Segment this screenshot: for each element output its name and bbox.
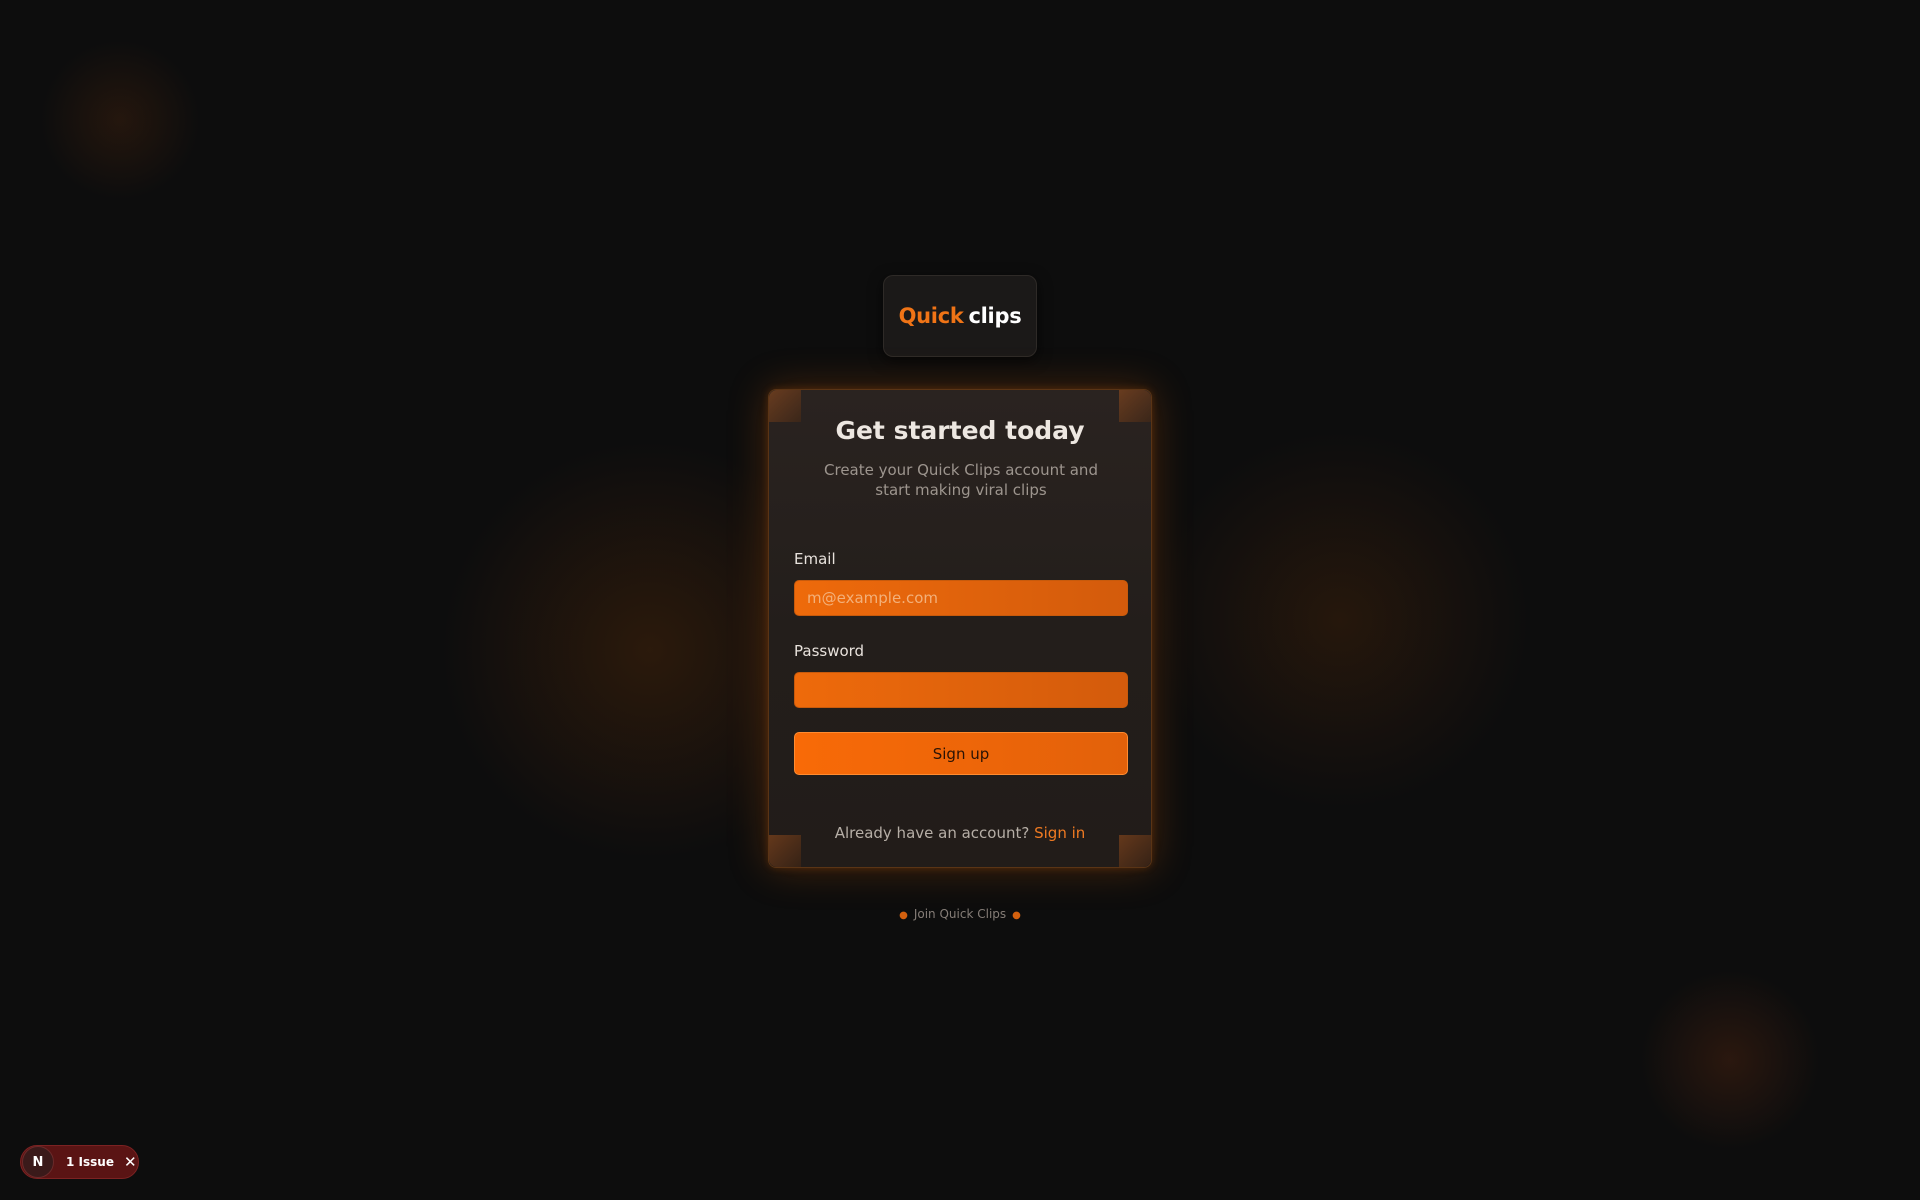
signin-prompt-row: Already have an account? Sign in (769, 824, 1151, 842)
page-title: Get started today (835, 416, 1085, 445)
email-field[interactable] (794, 580, 1128, 616)
dot-icon: ● (899, 910, 908, 921)
dot-icon: ● (1012, 910, 1021, 921)
sign-up-button[interactable]: Sign up (794, 732, 1128, 775)
app-logo: Quick clips (883, 275, 1037, 357)
issues-badge[interactable]: N 1 Issue ✕ (20, 1145, 139, 1179)
logo-clips-text: clips (968, 304, 1022, 328)
signin-prompt-text: Already have an account? (834, 824, 1030, 842)
sign-in-link[interactable]: Sign in (1034, 824, 1085, 842)
background-glow-top-left (40, 40, 200, 200)
page-subtitle: Create your Quick Clips account and star… (824, 461, 1098, 499)
password-label: Password (794, 642, 865, 660)
background-glow-right (1150, 430, 1530, 810)
avatar[interactable]: N (22, 1146, 54, 1178)
footer-tagline-text: Join Quick Clips (913, 907, 1007, 921)
email-label: Email (794, 550, 836, 568)
signup-card: Get started today Create your Quick Clip… (768, 389, 1152, 868)
close-icon[interactable]: ✕ (124, 1154, 137, 1170)
footer-tagline: ● Join Quick Clips ● (0, 907, 1920, 921)
background-glow-bottom-right (1640, 970, 1820, 1150)
issues-count[interactable]: 1 Issue (66, 1155, 114, 1169)
logo-quick-text: Quick (898, 304, 964, 328)
password-field[interactable] (794, 672, 1128, 708)
